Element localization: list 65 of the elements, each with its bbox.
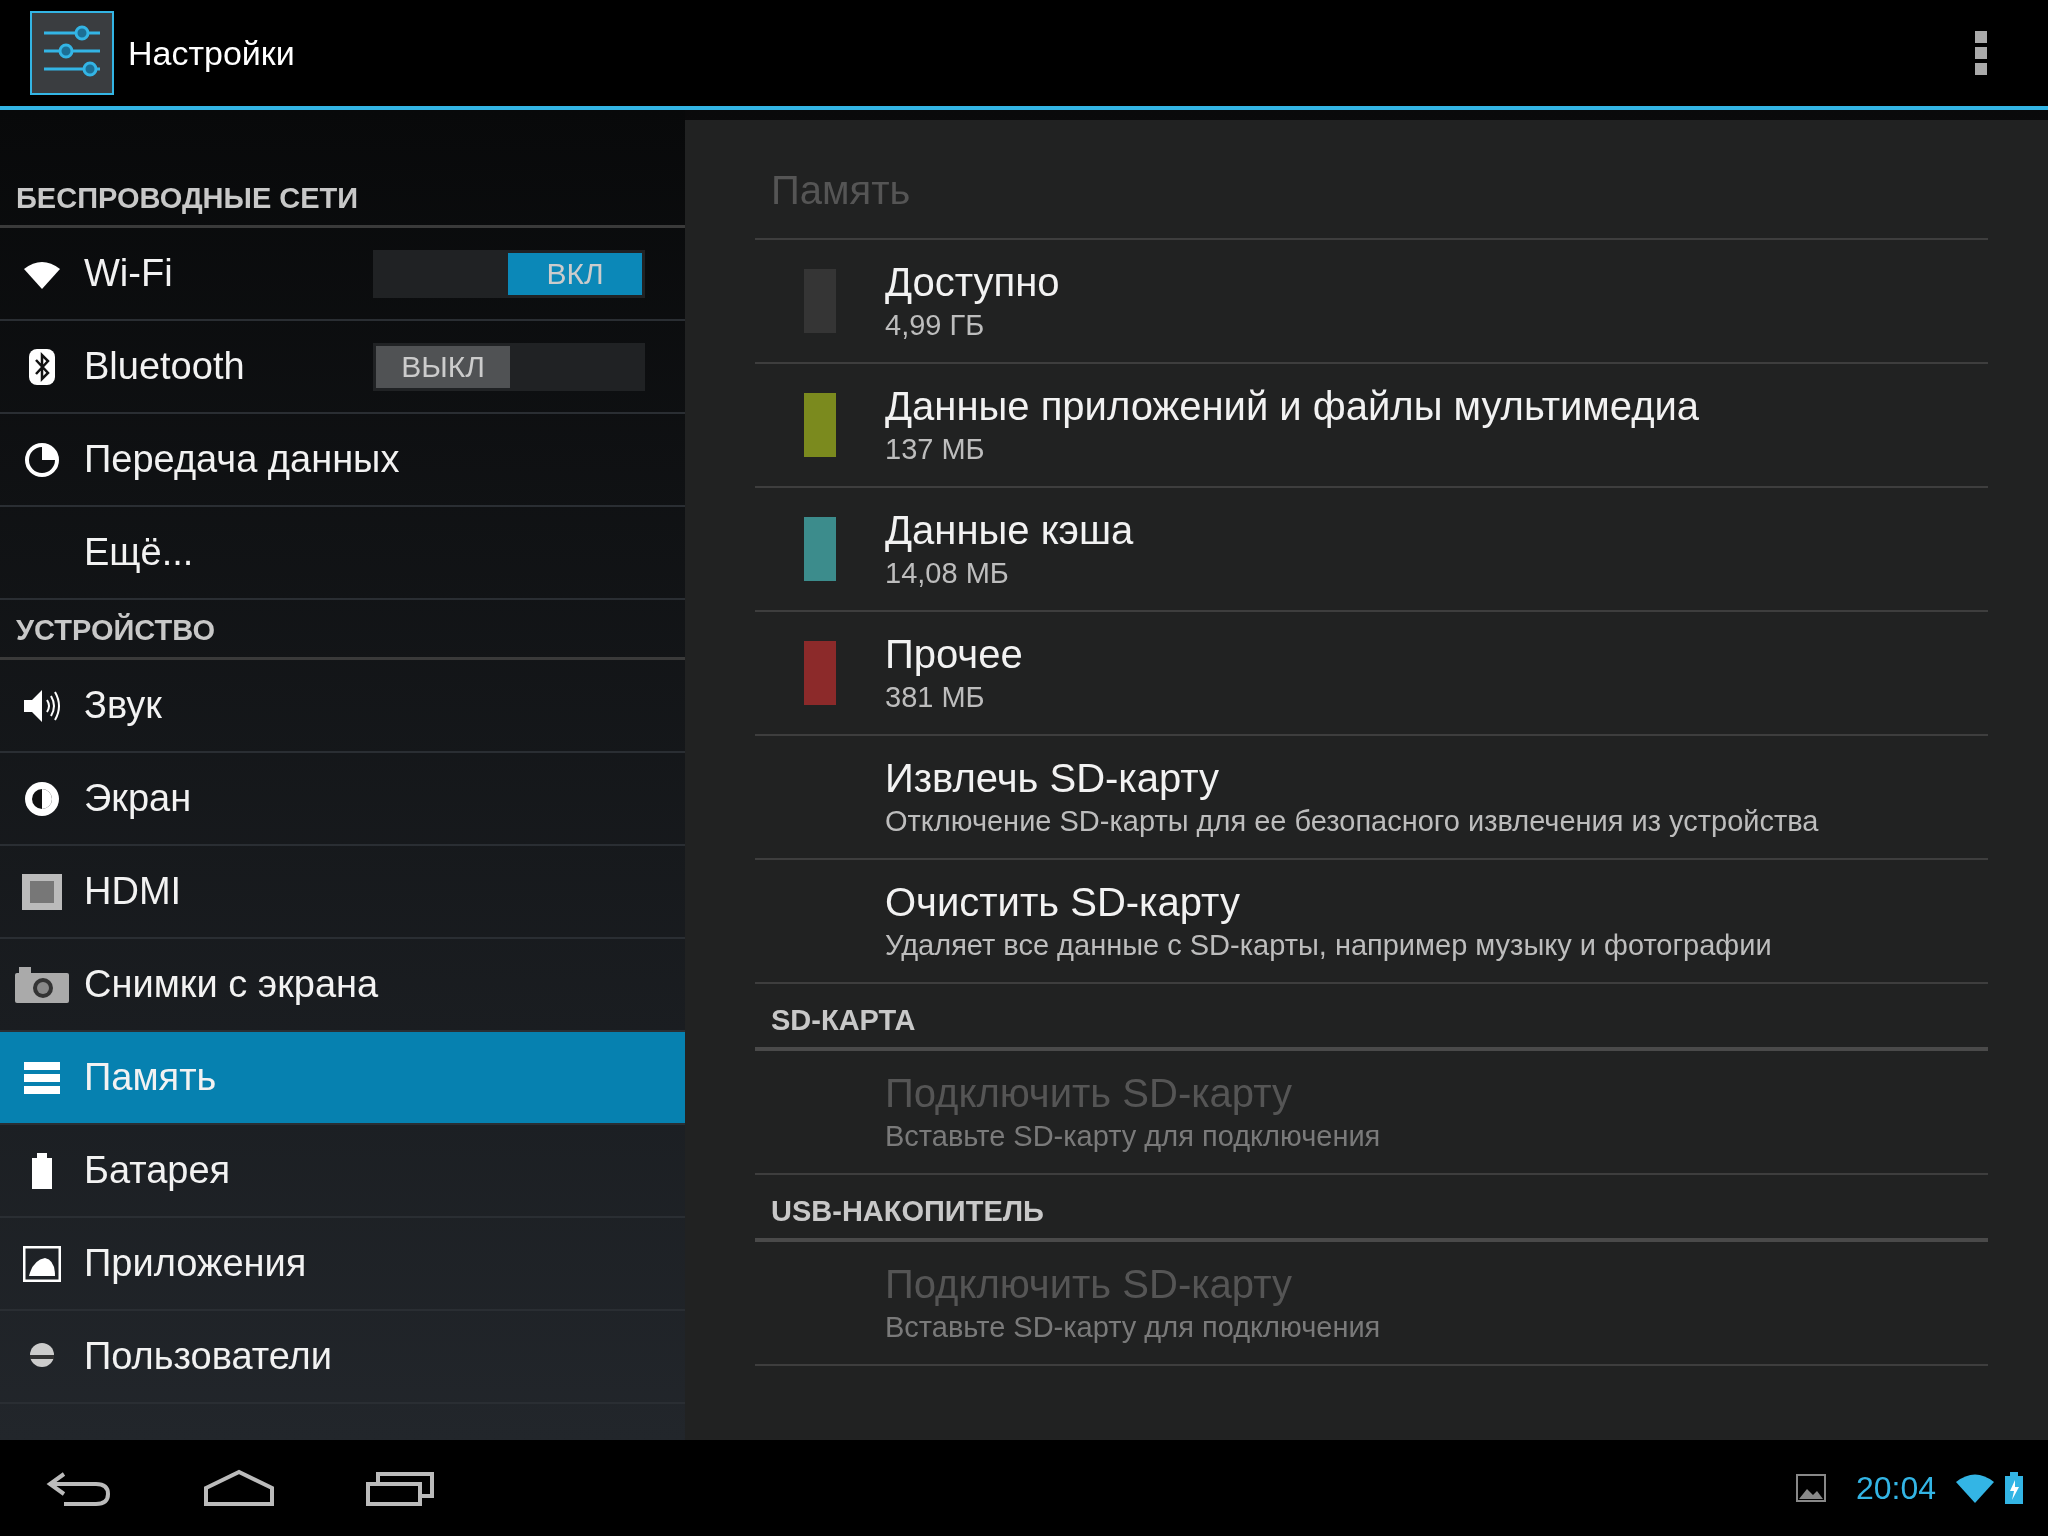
sidebar-item[interactable]: Пользователи <box>0 1311 685 1404</box>
sidebar-item[interactable]: Батарея <box>0 1125 685 1218</box>
row-summary: Вставьте SD-карту для подключения <box>885 1120 1381 1153</box>
section-header: БЕСПРОВОДНЫЕ СЕТИ <box>0 168 685 228</box>
item-label: Передача данных <box>84 438 400 481</box>
item-label: HDMI <box>84 870 182 913</box>
clock-text: 20:04 <box>1855 1469 1936 1507</box>
storage-row[interactable]: Доступно 4,99 ГБ <box>755 240 1988 364</box>
wifi-signal-icon <box>1956 1473 1994 1503</box>
item-label: Снимки с экрана <box>84 963 379 1006</box>
item-label: Ещё... <box>84 531 194 574</box>
pie-chart-icon <box>24 441 60 478</box>
sidebar-item[interactable]: Звук <box>0 660 685 753</box>
row-title: Данные приложений и файлы мультимедиа <box>885 384 1700 429</box>
section-header: SD-КАРТА <box>755 984 1988 1051</box>
monitor-icon <box>22 873 62 910</box>
battery-icon <box>30 1152 54 1189</box>
row-summary: Отключение SD-карты для ее безопасного извлечения из устройства <box>885 805 1819 838</box>
section-header: USB-НАКОПИТЕЛЬ <box>755 1175 1988 1242</box>
item-label: Память <box>84 1056 217 1099</box>
picture-icon[interactable] <box>1795 1474 1826 1502</box>
action-row[interactable]: Извлечь SD-карту Отключение SD-карты для ее безопасного извлечения из устройства <box>755 736 1988 860</box>
overflow-menu-icon[interactable] <box>1974 31 1988 75</box>
row-summary: Удаляет все данные с SD-карты, например музыку и фотографии <box>885 929 1772 962</box>
storage-row[interactable]: Данные приложений и файлы мультимедиа 137 МБ <box>755 364 1988 488</box>
item-label: Пользователи <box>84 1335 333 1378</box>
sidebar-item[interactable]: Передача данных <box>0 414 685 507</box>
storage-row[interactable]: Данные кэша 14,08 МБ <box>755 488 1988 612</box>
item-label: Батарея <box>84 1149 231 1192</box>
action-row[interactable]: Очистить SD-карту Удаляет все данные с SD-карты, например музыку и фотографии <box>755 860 1988 984</box>
camera-icon <box>15 966 69 1003</box>
section-header: УСТРОЙСТВО <box>0 600 685 660</box>
toggle-switch[interactable]: ВЫКЛ <box>373 342 645 391</box>
row-title: Доступно <box>885 260 1060 305</box>
row-summary: Вставьте SD-карту для подключения <box>885 1311 1381 1344</box>
row-value: 14,08 МБ <box>885 557 1010 590</box>
item-label: Bluetooth <box>84 345 245 388</box>
sidebar-item[interactable]: Wi-Fi ВКЛ <box>0 228 685 321</box>
row-title: Извлечь SD-карту <box>885 756 1221 801</box>
settings-sliders-icon[interactable] <box>30 11 114 95</box>
sidebar-item[interactable]: Экран <box>0 753 685 846</box>
storage-icon <box>24 1059 60 1096</box>
switch-thumb: ВКЛ <box>508 252 642 295</box>
row-value: 4,99 ГБ <box>885 309 986 342</box>
battery-icon <box>2004 1472 2024 1504</box>
switch-thumb: ВЫКЛ <box>376 345 510 388</box>
app-title: Настройки <box>128 33 295 73</box>
sidebar-item[interactable]: HDMI <box>0 846 685 939</box>
row-title: Прочее <box>885 632 1023 677</box>
row-value: 381 МБ <box>885 681 986 714</box>
item-label: Приложения <box>84 1242 307 1285</box>
storage-row[interactable]: Прочее 381 МБ <box>755 612 1988 736</box>
item-label: Экран <box>84 777 192 820</box>
row-value: 137 МБ <box>885 433 986 466</box>
brightness-icon <box>24 780 60 817</box>
home-icon[interactable] <box>202 1468 276 1508</box>
item-label: Wi-Fi <box>84 252 173 295</box>
bluetooth-icon <box>27 348 57 385</box>
apps-icon <box>23 1245 61 1282</box>
row-title: Очистить SD-карту <box>885 880 1241 925</box>
item-label: Звук <box>84 684 162 727</box>
sidebar-item[interactable]: Память <box>0 1032 685 1125</box>
sidebar-item[interactable]: Bluetooth ВЫКЛ <box>0 321 685 414</box>
row-title: Данные кэша <box>885 508 1134 553</box>
sidebar-item[interactable]: Приложения <box>0 1218 685 1311</box>
